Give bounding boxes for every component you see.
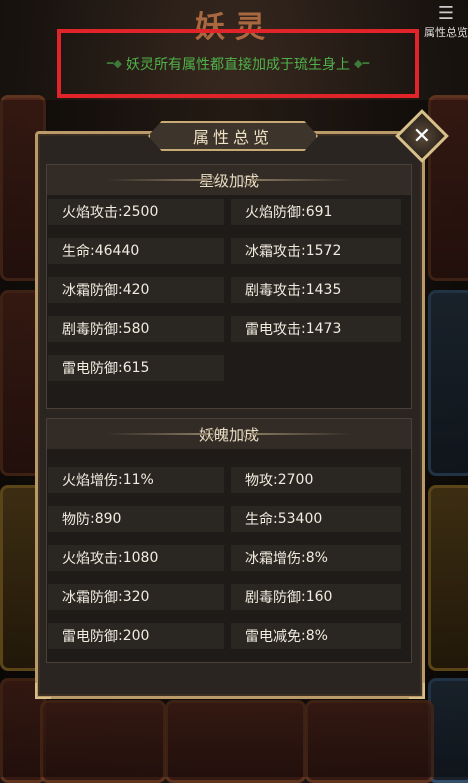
stat-name: 火焰攻击	[62, 205, 118, 221]
stat-value: 1572	[305, 243, 342, 259]
notice-text: 妖灵所有属性都直接加成于琉生身上	[126, 56, 350, 73]
stat-value: 11%	[122, 472, 154, 488]
stat-value: 2500	[122, 204, 159, 220]
section-header: 星级加成	[47, 165, 411, 195]
panel-title: 属性总览	[148, 121, 318, 151]
stat-value: 691	[305, 204, 333, 220]
stat-value: 420	[122, 282, 150, 298]
stat-value: 200	[122, 628, 150, 644]
stat-value: 580	[122, 321, 150, 337]
stat-name: 物防	[62, 512, 90, 528]
stat-value: 615	[122, 360, 150, 376]
header-line	[107, 433, 207, 435]
stat-value: 1435	[305, 282, 342, 298]
stat-value: 1080	[122, 550, 159, 566]
stat-value: 8%	[305, 550, 328, 566]
stat-name: 剧毒防御	[62, 322, 118, 338]
header-dot	[205, 429, 215, 439]
stat-cell: 冰霜防御:420	[48, 277, 224, 303]
stat-cell: 冰霜增伤:8%	[231, 545, 401, 571]
close-icon: ✕	[412, 123, 432, 149]
stat-name: 冰霜增伤	[245, 551, 301, 567]
stat-cell: 物攻:2700	[231, 467, 401, 493]
ornament-icon: ◆━	[354, 57, 370, 70]
notice-banner: ━◆ 妖灵所有属性都直接加成于琉生身上 ◆━	[57, 29, 419, 98]
stat-name: 生命	[245, 512, 273, 528]
stat-cell: 火焰防御:691	[231, 199, 401, 225]
stat-cell: 火焰攻击:1080	[48, 545, 224, 571]
stat-value: 2700	[277, 472, 314, 488]
stat-name: 物攻	[245, 473, 273, 489]
stat-value: 890	[94, 511, 122, 527]
stat-cell: 冰霜防御:320	[48, 584, 224, 610]
header-line	[251, 179, 351, 181]
stat-cell: 雷电攻击:1473	[231, 316, 401, 342]
stat-name: 生命	[62, 244, 90, 260]
stat-value: 46440	[94, 243, 140, 259]
stat-value: 8%	[305, 628, 328, 644]
stats-icon: ☰	[437, 3, 455, 24]
header-line	[251, 433, 351, 435]
stat-cell: 物防:890	[48, 506, 224, 532]
stat-cell: 火焰攻击:2500	[48, 199, 224, 225]
stat-cell: 剧毒攻击:1435	[231, 277, 401, 303]
stat-value: 160	[305, 589, 333, 605]
stat-cell: 冰霜攻击:1572	[231, 238, 401, 264]
stat-name: 雷电减免	[245, 629, 301, 645]
stat-value: 1473	[305, 321, 342, 337]
stat-cell: 剧毒防御:160	[231, 584, 401, 610]
panel-corner	[409, 683, 425, 699]
stat-name: 冰霜防御	[62, 283, 118, 299]
stat-name: 雷电防御	[62, 629, 118, 645]
header-dot	[205, 175, 215, 185]
corner-label: 属性总览	[424, 26, 468, 39]
stat-cell: 火焰增伤:11%	[48, 467, 224, 493]
stat-cell: 雷电减免:8%	[231, 623, 401, 649]
section-header: 妖魄加成	[47, 419, 411, 449]
stat-cell: 生命:53400	[231, 506, 401, 532]
stat-cell: 雷电防御:615	[48, 355, 224, 381]
stat-value: 320	[122, 589, 150, 605]
stat-cell: 剧毒防御:580	[48, 316, 224, 342]
stat-name: 冰霜攻击	[245, 244, 301, 260]
stat-cell: 雷电防御:200	[48, 623, 224, 649]
stat-name: 雷电防御	[62, 361, 118, 377]
stat-name: 火焰攻击	[62, 551, 118, 567]
header-line	[107, 179, 207, 181]
stat-name: 冰霜防御	[62, 590, 118, 606]
ornament-icon: ━◆	[106, 57, 122, 70]
stat-name: 剧毒攻击	[245, 283, 301, 299]
stat-name: 火焰防御	[245, 205, 301, 221]
stat-cell: 生命:46440	[48, 238, 224, 264]
stat-name: 火焰增伤	[62, 473, 118, 489]
stat-name: 雷电攻击	[245, 322, 301, 338]
stat-name: 剧毒防御	[245, 590, 301, 606]
panel-corner	[35, 683, 51, 699]
stat-value: 53400	[277, 511, 323, 527]
stats-overview-button[interactable]: ☰ 属性总览	[424, 0, 468, 40]
